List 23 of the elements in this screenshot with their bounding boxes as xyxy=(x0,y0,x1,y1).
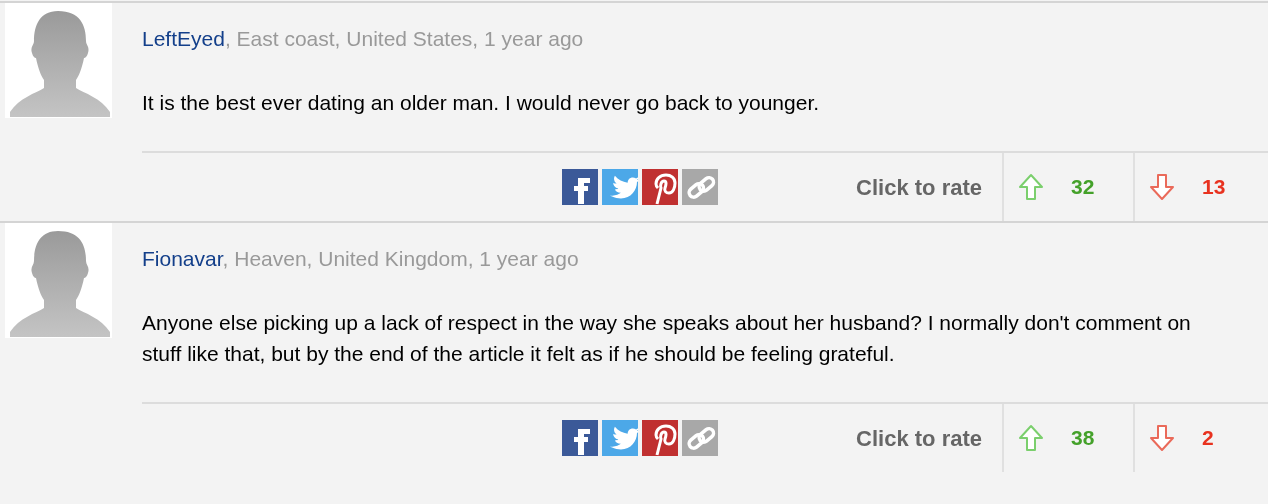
person-silhouette-icon xyxy=(5,223,112,338)
up-arrow-icon[interactable] xyxy=(1016,172,1046,202)
vote-count: 13 xyxy=(1202,174,1226,201)
rate-label: Click to rate xyxy=(856,424,983,453)
p-logo-icon[interactable] xyxy=(642,420,678,456)
down-arrow-icon[interactable] xyxy=(1147,172,1177,202)
comment-text: It is the best ever dating an older man. I would never go back to younger. xyxy=(142,90,821,116)
comment-text: Anyone else picking up a lack of respect in the way she speaks about her husband? I normally don't comment on stuff like that, but by the end of the article it felt as if he should be feeling grateful. xyxy=(142,310,1192,367)
down-arrow-icon[interactable] xyxy=(1147,423,1177,453)
f-logo-icon[interactable] xyxy=(562,420,598,456)
vote-count: 2 xyxy=(1202,425,1214,452)
comment-meta: , East coast, United States, 1 year ago xyxy=(224,27,584,50)
link-icon[interactable] xyxy=(682,420,718,456)
f-logo-icon[interactable] xyxy=(562,169,598,205)
up-arrow-icon[interactable] xyxy=(1016,423,1046,453)
vote-count: 32 xyxy=(1071,174,1095,201)
p-logo-icon[interactable] xyxy=(642,169,678,205)
link-icon[interactable] xyxy=(682,169,718,205)
rate-label: Click to rate xyxy=(856,173,983,202)
vote-count: 38 xyxy=(1071,425,1095,452)
person-silhouette-icon xyxy=(5,3,112,118)
author-link[interactable]: LeftEyed xyxy=(142,27,225,50)
author-link[interactable]: Fionavar xyxy=(142,247,223,270)
